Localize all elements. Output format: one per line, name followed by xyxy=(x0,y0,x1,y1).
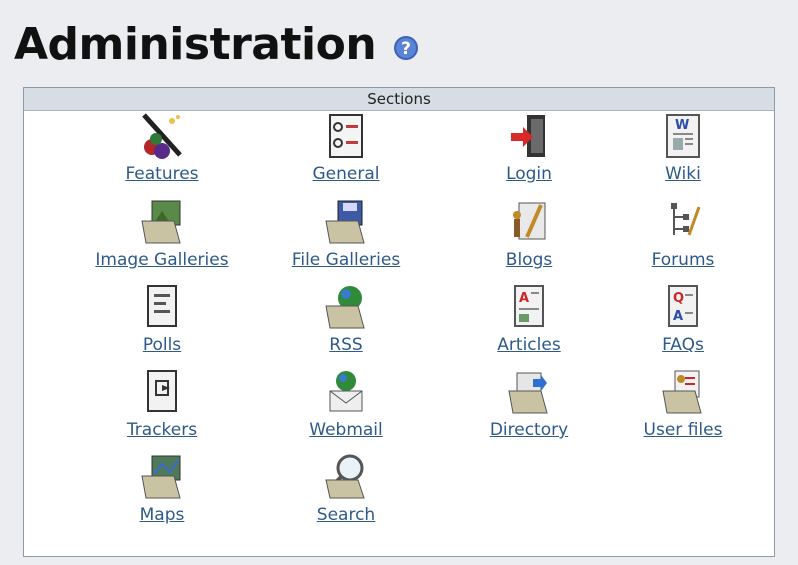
trackers-icon xyxy=(147,370,177,412)
sections-panel: Sections Features General Login W Wiki I… xyxy=(23,87,775,557)
user-files-icon xyxy=(662,370,702,414)
svg-text:W: W xyxy=(675,118,689,133)
section-login[interactable]: Login xyxy=(439,111,619,184)
section-user-files[interactable]: User files xyxy=(593,367,773,440)
section-label-file-galleries[interactable]: File Galleries xyxy=(292,250,400,270)
section-features[interactable]: Features xyxy=(72,111,252,184)
page-title: Administration xyxy=(14,19,377,70)
section-trackers[interactable]: Trackers xyxy=(72,367,252,440)
svg-text:A: A xyxy=(519,291,529,306)
section-image-galleries[interactable]: Image Galleries xyxy=(72,197,252,270)
section-label-forums[interactable]: Forums xyxy=(652,250,715,270)
section-label-user-files[interactable]: User files xyxy=(644,420,723,440)
section-general[interactable]: General xyxy=(256,111,436,184)
svg-text:A: A xyxy=(673,309,683,324)
sections-header: Sections xyxy=(24,88,774,111)
blogs-icon xyxy=(513,202,546,240)
section-label-wiki[interactable]: Wiki xyxy=(665,164,701,184)
section-faqs[interactable]: Q A FAQs xyxy=(593,282,773,355)
svg-text:?: ? xyxy=(401,39,411,59)
section-label-features[interactable]: Features xyxy=(125,164,198,184)
webmail-icon xyxy=(329,371,363,412)
articles-icon: A xyxy=(514,285,544,327)
section-label-rss[interactable]: RSS xyxy=(329,335,362,355)
section-label-image-galleries[interactable]: Image Galleries xyxy=(95,250,228,270)
section-label-polls[interactable]: Polls xyxy=(143,335,181,355)
help-icon[interactable]: ? xyxy=(392,34,420,62)
section-label-search[interactable]: Search xyxy=(317,505,375,525)
wiki-icon: W xyxy=(666,114,700,158)
features-icon xyxy=(142,113,182,159)
section-articles[interactable]: A Articles xyxy=(439,282,619,355)
forums-icon xyxy=(671,203,701,236)
svg-text:Q: Q xyxy=(673,291,684,306)
section-forums[interactable]: Forums xyxy=(593,197,773,270)
section-label-directory[interactable]: Directory xyxy=(490,420,568,440)
section-directory[interactable]: Directory xyxy=(439,367,619,440)
login-icon xyxy=(511,115,545,157)
general-icon xyxy=(329,114,363,158)
section-label-blogs[interactable]: Blogs xyxy=(506,250,552,270)
section-label-trackers[interactable]: Trackers xyxy=(127,420,197,440)
section-label-faqs[interactable]: FAQs xyxy=(662,335,704,355)
section-label-login[interactable]: Login xyxy=(506,164,552,184)
section-maps[interactable]: Maps xyxy=(72,452,252,525)
section-polls[interactable]: Polls xyxy=(72,282,252,355)
section-rss[interactable]: RSS xyxy=(256,282,436,355)
section-label-articles[interactable]: Articles xyxy=(497,335,560,355)
section-label-webmail[interactable]: Webmail xyxy=(309,420,383,440)
section-wiki[interactable]: W Wiki xyxy=(593,111,773,184)
maps-icon xyxy=(141,455,181,499)
section-blogs[interactable]: Blogs xyxy=(439,197,619,270)
section-search[interactable]: Search xyxy=(256,452,436,525)
section-label-maps[interactable]: Maps xyxy=(140,505,185,525)
faqs-icon: Q A xyxy=(668,285,698,327)
file-galleries-icon xyxy=(325,200,365,244)
section-file-galleries[interactable]: File Galleries xyxy=(256,197,436,270)
image-galleries-icon xyxy=(141,200,181,244)
directory-icon xyxy=(508,372,548,414)
rss-icon xyxy=(325,286,365,329)
search-icon xyxy=(325,454,365,499)
section-webmail[interactable]: Webmail xyxy=(256,367,436,440)
polls-icon xyxy=(147,285,177,327)
section-label-general[interactable]: General xyxy=(313,164,380,184)
